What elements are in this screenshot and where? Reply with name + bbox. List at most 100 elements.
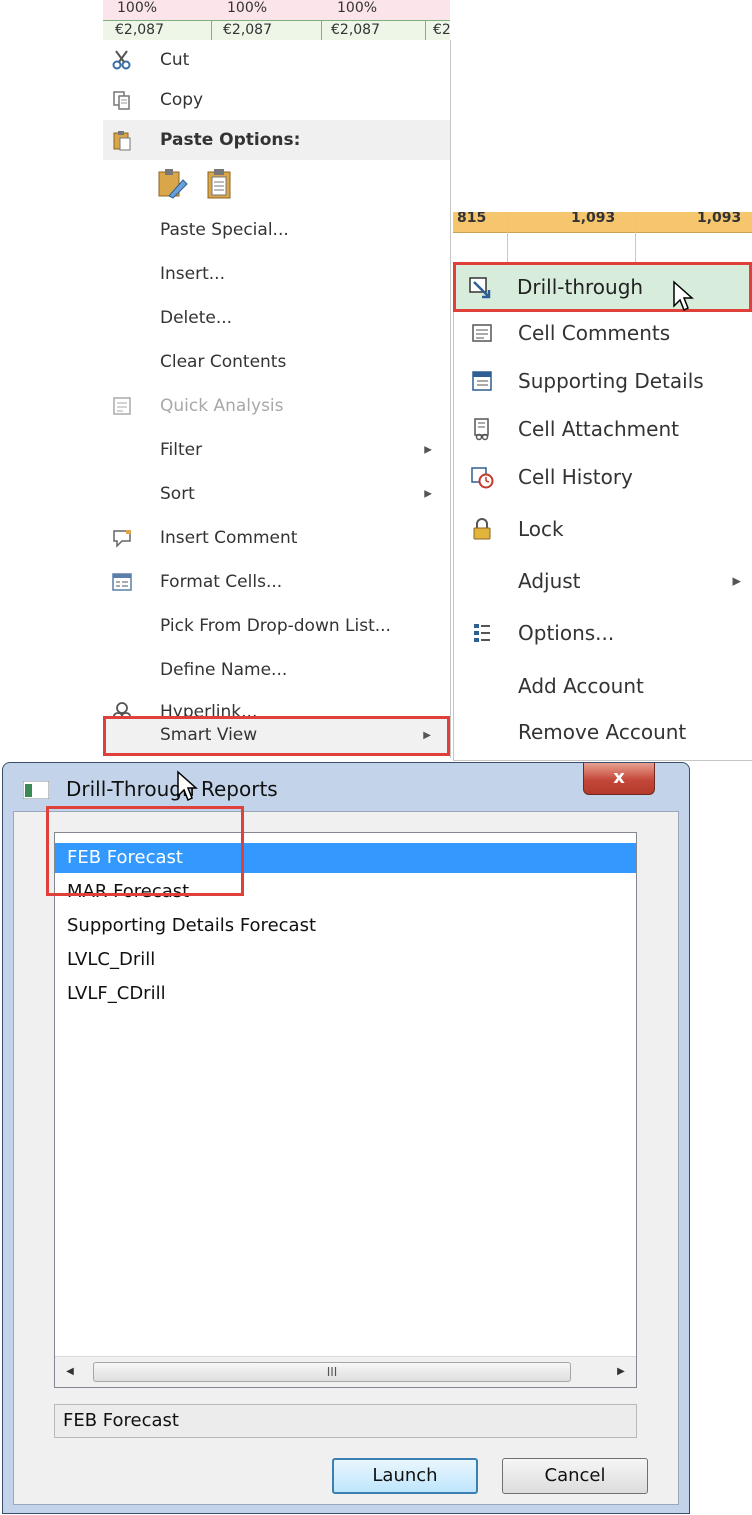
menu-item-format-cells[interactable]: Format Cells...	[103, 562, 450, 602]
selected-report-field: FEB Forecast	[54, 1404, 637, 1438]
menu-item-paste-special[interactable]: Paste Special...	[103, 210, 450, 250]
attachment-icon	[474, 418, 489, 441]
comment-icon	[113, 530, 131, 548]
paste-option-buttons	[155, 162, 255, 202]
menu-label: Clear Contents	[160, 352, 287, 372]
sheet-row: €2,087 €2,087 €2,087 €2	[103, 20, 450, 40]
menu-label: Insert...	[160, 264, 225, 284]
menu-header-paste-options: Paste Options:	[103, 120, 450, 160]
menu-label: Sort	[160, 484, 195, 504]
supporting-details-icon	[472, 371, 492, 391]
menu-item-cut[interactable]: Cut	[103, 40, 450, 80]
menu-label: Define Name...	[160, 660, 288, 680]
menu-item-cell-comments[interactable]: Cell Comments	[454, 309, 752, 357]
menu-label: Paste Options:	[160, 130, 301, 150]
highlight-box	[46, 806, 244, 896]
menu-label: Lock	[518, 517, 564, 541]
menu-item-smart-view[interactable]: Smart View ▶	[103, 716, 450, 756]
sheet-cell: €2,087	[331, 22, 380, 38]
menu-label: Remove Account	[518, 720, 687, 744]
menu-label: Cell History	[518, 465, 633, 489]
copy-icon	[113, 91, 130, 110]
menu-item-insert[interactable]: Insert...	[103, 254, 450, 294]
menu-item-cell-attachment[interactable]: Cell Attachment	[454, 405, 752, 453]
sheet-cell: €2,087	[223, 22, 272, 38]
menu-label: Drill-through	[517, 275, 644, 299]
sheet-cell: 815	[457, 212, 487, 226]
submenu-arrow-icon: ▶	[424, 444, 432, 456]
mouse-cursor-icon	[673, 280, 694, 312]
menu-item-pick-from-list[interactable]: Pick From Drop-down List...	[103, 606, 450, 646]
scroll-left-icon[interactable]: ◀	[55, 1357, 85, 1387]
sheet-cell: 1,093	[571, 212, 616, 226]
menu-label: Cell Attachment	[518, 417, 679, 441]
menu-item-add-account[interactable]: Add Account	[454, 662, 752, 710]
menu-label: Quick Analysis	[160, 396, 284, 416]
horizontal-scrollbar[interactable]: ◀ III ▶	[55, 1356, 636, 1387]
list-item[interactable]: LVLC_Drill	[67, 945, 155, 975]
menu-label: Format Cells...	[160, 572, 283, 592]
grid-line	[425, 20, 426, 40]
menu-label: Cell Comments	[518, 321, 671, 345]
menu-item-quick-analysis: Quick Analysis	[103, 386, 450, 426]
grid-line	[211, 20, 212, 40]
clipboard-icon	[113, 131, 131, 151]
sheet-cell: €2	[433, 22, 450, 38]
menu-label: Filter	[160, 440, 203, 460]
submenu-arrow-icon: ▶	[424, 488, 432, 500]
launch-button[interactable]: Launch	[332, 1458, 478, 1494]
menu-item-cell-history[interactable]: Cell History	[454, 453, 752, 501]
grid-line	[321, 20, 322, 40]
menu-label: Copy	[160, 90, 204, 110]
history-clock-icon	[471, 467, 494, 489]
scroll-right-icon[interactable]: ▶	[606, 1357, 636, 1387]
smart-view-submenu: Cell Comments Supporting Details Cell At…	[453, 262, 752, 761]
menu-label: Delete...	[160, 308, 233, 328]
paste-icon[interactable]	[155, 166, 189, 200]
scroll-thumb[interactable]: III	[93, 1362, 571, 1382]
menu-item-filter[interactable]: Filter ▶	[103, 430, 450, 470]
menu-label: Supporting Details	[518, 369, 704, 393]
quick-analysis-icon	[113, 397, 131, 415]
menu-label: Insert Comment	[160, 528, 298, 548]
drill-through-icon	[469, 277, 491, 299]
cancel-button[interactable]: Cancel	[502, 1458, 648, 1494]
sheet-cell: 1,093	[697, 212, 742, 226]
menu-item-insert-comment[interactable]: Insert Comment	[103, 518, 450, 558]
mouse-cursor-icon	[177, 770, 198, 802]
menu-label: Paste Special...	[160, 220, 289, 240]
menu-item-options[interactable]: Options...	[454, 609, 752, 657]
menu-label: Adjust	[518, 569, 581, 593]
close-button[interactable]: x	[583, 763, 655, 795]
sheet-cell: €2,087	[115, 22, 164, 38]
menu-item-remove-account[interactable]: Remove Account	[454, 708, 752, 756]
menu-label: Options...	[518, 621, 615, 645]
menu-item-sort[interactable]: Sort ▶	[103, 474, 450, 514]
spreadsheet-header-strip: 100% 100% 100% €2,087 €2,087 €2,087 €2	[103, 0, 450, 40]
menu-item-supporting-details[interactable]: Supporting Details	[454, 357, 752, 405]
grid-line	[507, 212, 508, 262]
dialog-title-bar[interactable]: Drill-Through Reports x	[3, 763, 689, 811]
list-item[interactable]: LVLF_CDrill	[67, 979, 166, 1009]
dialog-body: FEB Forecast MAR Forecast Supporting Det…	[13, 811, 679, 1505]
reports-list[interactable]: FEB Forecast MAR Forecast Supporting Det…	[54, 832, 637, 1388]
submenu-arrow-icon: ▶	[423, 730, 431, 741]
menu-item-copy[interactable]: Copy	[103, 80, 450, 120]
menu-item-lock[interactable]: Lock	[454, 505, 752, 553]
menu-label: Add Account	[518, 674, 644, 698]
lock-icon	[473, 518, 491, 540]
menu-item-clear-contents[interactable]: Clear Contents	[103, 342, 450, 382]
menu-label: Cut	[160, 50, 190, 70]
paste-values-icon[interactable]	[203, 166, 237, 200]
format-cells-icon	[112, 573, 132, 591]
sheet-cell: 100%	[337, 0, 378, 16]
cell-comments-icon	[472, 324, 492, 342]
window-app-icon	[23, 781, 49, 799]
menu-item-adjust[interactable]: Adjust ▶	[454, 557, 752, 605]
spreadsheet-right-strip: 815 1,093 1,093	[453, 212, 752, 262]
menu-item-define-name[interactable]: Define Name...	[103, 650, 450, 690]
menu-item-delete[interactable]: Delete...	[103, 298, 450, 338]
grid-line	[635, 212, 636, 262]
list-item[interactable]: Supporting Details Forecast	[67, 911, 316, 941]
menu-item-drill-through[interactable]: Drill-through	[453, 262, 752, 312]
